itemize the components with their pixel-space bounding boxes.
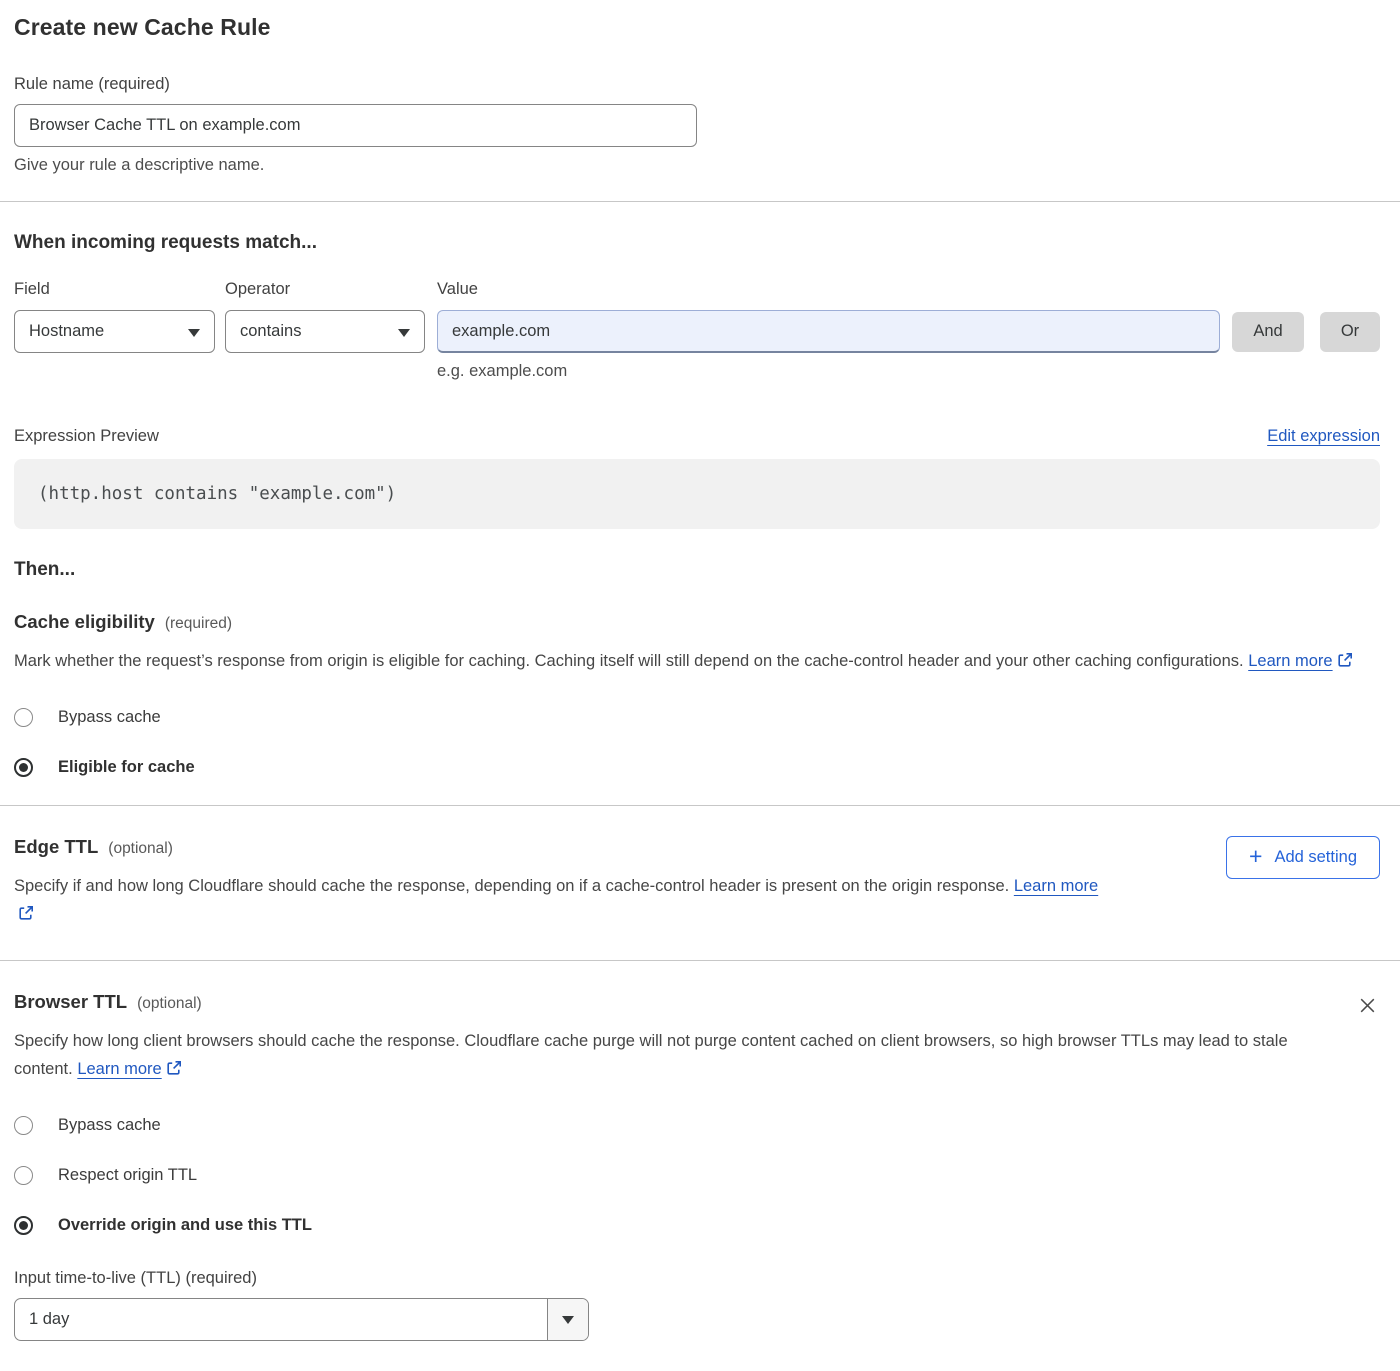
value-input[interactable] (437, 310, 1220, 353)
edge-ttl-heading: Edge TTL (14, 836, 98, 858)
edge-ttl-section: Edge TTL (optional) Specify if and how l… (14, 836, 1380, 930)
cache-eligibility-description: Mark whether the request’s response from… (14, 652, 1244, 670)
ttl-select[interactable]: 1 day (14, 1298, 589, 1341)
value-help: e.g. example.com (437, 353, 1220, 381)
rule-name-section: Rule name (required) Give your rule a de… (14, 75, 1380, 175)
section-divider (0, 805, 1400, 806)
chevron-down-icon (398, 329, 410, 337)
edge-ttl-qualifier: (optional) (108, 840, 173, 858)
edge-ttl-learn-more-link[interactable]: Learn more (1014, 877, 1098, 895)
radio-eligible-for-cache[interactable]: Eligible for cache (14, 758, 1380, 777)
radio-icon (14, 1216, 33, 1235)
radio-respect-origin-ttl[interactable]: Respect origin TTL (14, 1166, 1380, 1185)
ttl-select-value: 1 day (15, 1299, 547, 1340)
operator-select[interactable]: contains (225, 310, 425, 353)
browser-ttl-qualifier: (optional) (137, 995, 202, 1013)
page-title: Create new Cache Rule (14, 14, 1380, 41)
create-cache-rule-form: Create new Cache Rule Rule name (require… (0, 0, 1400, 1371)
rule-name-label: Rule name (required) (14, 75, 1380, 94)
browser-ttl-section: Browser TTL (optional) Specify how long … (14, 991, 1380, 1341)
radio-icon (14, 758, 33, 777)
edit-expression-link[interactable]: Edit expression (1267, 427, 1380, 446)
radio-override-origin-ttl[interactable]: Override origin and use this TTL (14, 1216, 1380, 1235)
expression-preview-label: Expression Preview (14, 427, 159, 446)
chevron-down-icon (562, 1316, 574, 1324)
add-setting-label: Add setting (1274, 848, 1357, 867)
browser-ttl-heading: Browser TTL (14, 991, 127, 1013)
cache-eligibility-learn-more-link[interactable]: Learn more (1248, 652, 1332, 670)
radio-icon (14, 1116, 33, 1135)
operator-label: Operator (225, 280, 425, 310)
operator-select-value: contains (240, 322, 301, 341)
cache-eligibility-qualifier: (required) (165, 615, 232, 633)
plus-icon: + (1249, 845, 1262, 868)
expression-code: (http.host contains "example.com") (14, 459, 1380, 529)
section-divider (0, 201, 1400, 202)
browser-ttl-description: Specify how long client browsers should … (14, 1032, 1288, 1078)
ttl-input-label: Input time-to-live (TTL) (required) (14, 1269, 1380, 1288)
ttl-select-arrow-box[interactable] (547, 1299, 588, 1340)
edge-ttl-description: Specify if and how long Cloudflare shoul… (14, 877, 1009, 895)
browser-ttl-learn-more-link[interactable]: Learn more (77, 1060, 161, 1078)
match-condition-row: Field Operator Value Hostname contains A… (14, 280, 1380, 381)
value-label: Value (437, 280, 1220, 310)
external-link-icon (166, 1057, 182, 1085)
field-select-value: Hostname (29, 322, 104, 341)
external-link-icon (1337, 649, 1353, 677)
chevron-down-icon (188, 329, 200, 337)
or-button[interactable]: Or (1320, 312, 1380, 352)
and-button[interactable]: And (1232, 312, 1304, 352)
external-link-icon (18, 902, 34, 930)
field-select[interactable]: Hostname (14, 310, 215, 353)
field-label: Field (14, 280, 215, 310)
then-heading: Then... (14, 559, 1380, 581)
rule-name-input[interactable] (14, 104, 697, 147)
radio-icon (14, 1166, 33, 1185)
section-divider (0, 960, 1400, 961)
radio-browser-bypass-cache[interactable]: Bypass cache (14, 1116, 1380, 1135)
cache-eligibility-heading: Cache eligibility (14, 611, 155, 633)
radio-icon (14, 708, 33, 727)
expression-preview-row: Expression Preview Edit expression (14, 427, 1380, 446)
rule-name-help: Give your rule a descriptive name. (14, 156, 1380, 175)
radio-bypass-cache[interactable]: Bypass cache (14, 708, 1380, 727)
match-heading: When incoming requests match... (14, 232, 1380, 254)
remove-browser-ttl-button[interactable] (1355, 993, 1380, 1021)
close-icon (1357, 995, 1378, 1016)
add-setting-button[interactable]: + Add setting (1226, 836, 1380, 879)
cache-eligibility-section: Cache eligibility (required) Mark whethe… (14, 611, 1380, 777)
